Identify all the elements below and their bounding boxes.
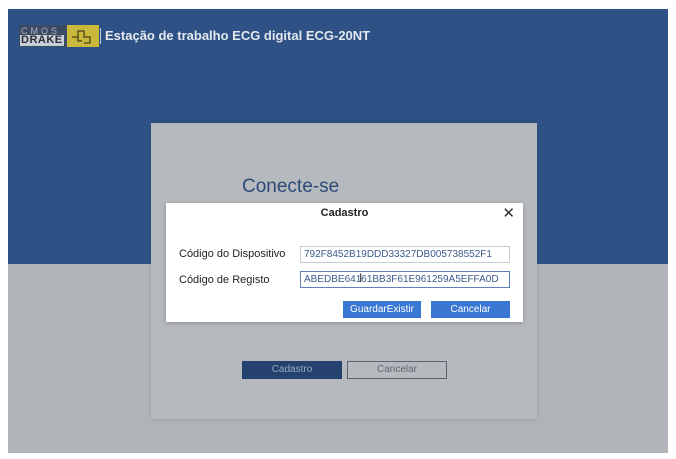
app-title: Estação de trabalho ECG digital ECG-20NT [105,28,371,43]
cmos-drake-logo: CMOS DRAKE [19,25,99,47]
save-button[interactable]: GuardarExistir [343,301,421,318]
dialog-header: Cadastro ✕ [166,203,523,225]
dialog-title: Cadastro [320,207,369,219]
login-cancel-button[interactable]: Cancelar [347,361,447,379]
app-window: CMOS DRAKE Estação de trabalho ECG digit… [8,9,668,453]
device-code-label: Código do Dispositivo [179,248,286,260]
text-cursor-icon: I [359,271,363,285]
logo-text-bottom: DRAKE [20,34,64,46]
registration-dialog: Cadastro ✕ Código do Dispositivo 792F845… [166,203,523,322]
registration-code-field[interactable]: ABEDBE64161BB3F61E961259A5EFFA0D [300,271,510,288]
logo-heart-icon [67,25,99,47]
close-icon[interactable]: ✕ [502,204,515,222]
cancel-button[interactable]: Cancelar [431,301,510,318]
logo-wordmark: CMOS DRAKE [19,25,67,47]
device-code-field[interactable]: 792F8452B19DDD33327DB005738552F1 [300,246,510,263]
registration-code-label: Código de Registo [179,274,270,286]
login-title: Conecte-se [242,176,340,197]
title-separator [100,28,101,44]
login-register-button[interactable]: Cadastro [242,361,342,379]
